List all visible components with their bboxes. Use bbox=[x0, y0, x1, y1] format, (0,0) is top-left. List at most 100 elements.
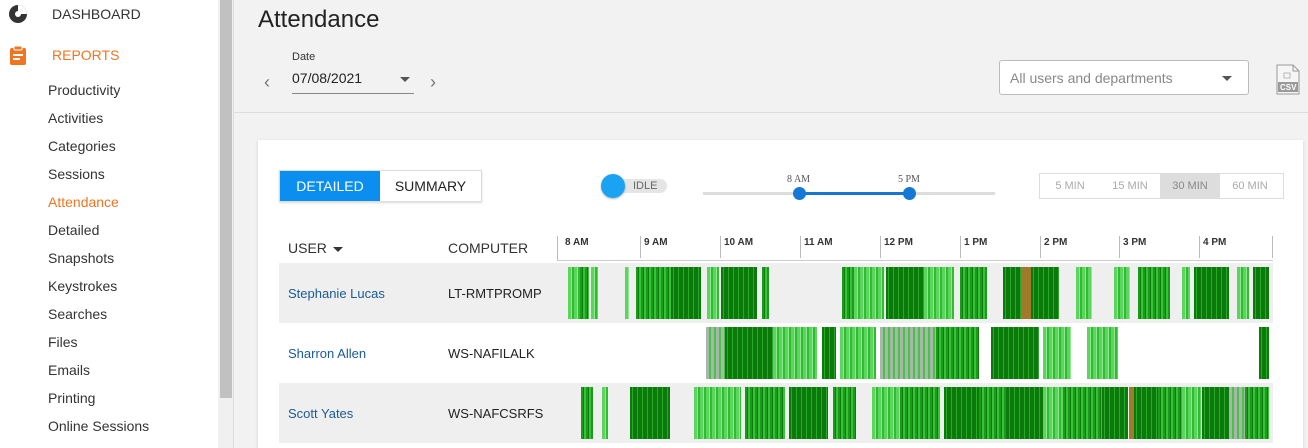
time-range-slider[interactable]: 8 AM 5 PM bbox=[703, 174, 995, 204]
sidebar-item-emails[interactable]: Emails bbox=[48, 362, 90, 378]
attendance-segment-idle[interactable] bbox=[1229, 387, 1246, 439]
attendance-segment-active-dense[interactable] bbox=[1258, 327, 1269, 379]
sidebar-item-productivity[interactable]: Productivity bbox=[48, 82, 120, 98]
attendance-segment-active-light[interactable] bbox=[840, 327, 877, 379]
attendance-segment-active[interactable] bbox=[899, 387, 940, 439]
granularity-5-min[interactable]: 5 MIN bbox=[1040, 174, 1100, 198]
attendance-segment-active[interactable] bbox=[959, 267, 988, 319]
dashboard-icon bbox=[8, 4, 28, 24]
sidebar-item-dashboard[interactable]: DASHBOARD bbox=[8, 4, 141, 24]
attendance-segment-active-dense[interactable] bbox=[788, 387, 829, 439]
attendance-segment-active-dense[interactable] bbox=[822, 327, 837, 379]
date-picker[interactable]: 07/08/2021 bbox=[292, 66, 414, 94]
attendance-segment-active[interactable] bbox=[1245, 387, 1269, 439]
attendance-segment-active-dense[interactable] bbox=[1134, 387, 1158, 439]
attendance-segment-active-dense[interactable] bbox=[886, 267, 924, 319]
attendance-segment-active-dense[interactable] bbox=[725, 327, 773, 379]
attendance-segment-active-light[interactable] bbox=[568, 267, 580, 319]
attendance-segment-active-dense[interactable] bbox=[1102, 387, 1129, 439]
range-start-handle[interactable] bbox=[793, 187, 806, 200]
sidebar-item-searches[interactable]: Searches bbox=[48, 306, 107, 322]
user-column-header[interactable]: USER bbox=[288, 240, 343, 256]
attendance-segment-idle[interactable] bbox=[705, 327, 726, 379]
attendance-segment-active-light[interactable] bbox=[1181, 387, 1202, 439]
granularity-60-min[interactable]: 60 MIN bbox=[1220, 174, 1280, 198]
sidebar-scrollbar[interactable] bbox=[218, 0, 234, 448]
range-end-handle[interactable] bbox=[903, 187, 916, 200]
attendance-segment-active-dense[interactable] bbox=[1007, 387, 1043, 439]
attendance-segment-active-dense[interactable] bbox=[630, 387, 670, 439]
attendance-segment-active-light[interactable] bbox=[1042, 387, 1063, 439]
user-department-select[interactable]: All users and departments bbox=[999, 60, 1249, 95]
detailed-tab[interactable]: DETAILED bbox=[280, 171, 380, 201]
attendance-segment-active[interactable] bbox=[1062, 387, 1103, 439]
attendance-segment-warn[interactable] bbox=[1020, 267, 1031, 319]
attendance-segment-active-dense[interactable] bbox=[1193, 267, 1230, 319]
attendance-segment-active-dense[interactable] bbox=[1030, 267, 1059, 319]
attendance-segment-active-light[interactable] bbox=[602, 387, 608, 439]
sidebar-item-files[interactable]: Files bbox=[48, 334, 78, 350]
attendance-segment-active-light[interactable] bbox=[1181, 267, 1190, 319]
attendance-segment-active[interactable] bbox=[1138, 267, 1170, 319]
attendance-segment-active-light[interactable] bbox=[872, 387, 900, 439]
attendance-segment-active-dense[interactable] bbox=[1201, 387, 1230, 439]
granularity-15-min[interactable]: 15 MIN bbox=[1100, 174, 1160, 198]
axis-tick-label: 4 PM bbox=[1203, 237, 1227, 248]
attendance-segment-active-dense[interactable] bbox=[671, 267, 702, 319]
sidebar-item-online-sessions[interactable]: Online Sessions bbox=[48, 418, 149, 434]
attendance-segment-active-light[interactable] bbox=[1237, 267, 1250, 319]
attendance-segment-active-light[interactable] bbox=[1042, 327, 1071, 379]
attendance-segment-active[interactable] bbox=[832, 387, 857, 439]
attendance-segment-active-light[interactable] bbox=[1114, 267, 1131, 319]
sidebar-item-activities[interactable]: Activities bbox=[48, 110, 103, 126]
sidebar-item-keystrokes[interactable]: Keystrokes bbox=[48, 278, 117, 294]
attendance-segment-active-light[interactable] bbox=[693, 387, 742, 439]
sidebar-item-snapshots[interactable]: Snapshots bbox=[48, 250, 114, 266]
attendance-segment-active[interactable] bbox=[580, 387, 593, 439]
attendance-segment-active[interactable] bbox=[1157, 387, 1182, 439]
csv-export-icon[interactable]: CSV bbox=[1275, 64, 1301, 95]
user-link[interactable]: Sharron Allen bbox=[288, 346, 366, 361]
attendance-segment-active[interactable] bbox=[935, 327, 980, 379]
attendance-segment-active-dense[interactable] bbox=[721, 267, 757, 319]
user-link[interactable]: Scott Yates bbox=[288, 406, 353, 421]
attendance-segment-active-light[interactable] bbox=[772, 327, 817, 379]
chevron-right-icon[interactable]: › bbox=[430, 72, 436, 93]
attendance-segment-active-dense[interactable] bbox=[1253, 267, 1270, 319]
sidebar-item-detailed[interactable]: Detailed bbox=[48, 222, 99, 238]
time-axis: 8 AM 9 AM 10 AM 11 AM 12 PM 1 PM 2 PM 3 PM 4 PM bbox=[557, 236, 1273, 261]
sidebar-item-reports[interactable]: REPORTS bbox=[8, 45, 119, 65]
attendance-segment-active[interactable] bbox=[580, 267, 589, 319]
attendance-segment-active-dense[interactable] bbox=[943, 387, 980, 439]
granularity-30-min[interactable]: 30 MIN bbox=[1160, 174, 1220, 198]
idle-toggle-knob[interactable] bbox=[601, 174, 625, 198]
idle-toggle[interactable]: IDLE bbox=[601, 174, 667, 198]
attendance-segment-active-light[interactable] bbox=[1076, 267, 1092, 319]
attendance-segment-active-light[interactable] bbox=[591, 267, 598, 319]
sidebar-item-attendance[interactable]: Attendance bbox=[48, 194, 119, 210]
sidebar-item-printing[interactable]: Printing bbox=[48, 390, 95, 406]
scrollbar-thumb[interactable] bbox=[220, 0, 232, 398]
chevron-left-icon[interactable]: ‹ bbox=[264, 72, 270, 93]
attendance-segment-active[interactable] bbox=[979, 387, 1008, 439]
attendance-segment-active-light[interactable] bbox=[923, 267, 954, 319]
attendance-segment-active[interactable] bbox=[761, 267, 769, 319]
attendance-segment-active-light[interactable] bbox=[1086, 327, 1119, 379]
summary-tab[interactable]: SUMMARY bbox=[380, 171, 481, 201]
attendance-segment-active[interactable] bbox=[745, 387, 785, 439]
sidebar-item-sessions[interactable]: Sessions bbox=[48, 166, 105, 182]
attendance-segment-active-light[interactable] bbox=[707, 267, 719, 319]
attendance-segment-active[interactable] bbox=[842, 267, 854, 319]
attendance-timeline bbox=[561, 267, 1273, 319]
attendance-segment-active-light[interactable] bbox=[853, 267, 885, 319]
user-link[interactable]: Stephanie Lucas bbox=[288, 286, 385, 301]
attendance-segment-idle[interactable] bbox=[880, 327, 936, 379]
attendance-segment-active-dense[interactable] bbox=[1003, 267, 1021, 319]
attendance-timeline bbox=[561, 387, 1273, 439]
attendance-segment-active[interactable] bbox=[636, 267, 672, 319]
axis-tick-label: 8 AM bbox=[565, 237, 589, 248]
attendance-segment-active-light[interactable] bbox=[624, 267, 629, 319]
attendance-segment-active-dense[interactable] bbox=[991, 327, 1039, 379]
axis-tick bbox=[720, 236, 721, 258]
sidebar-item-categories[interactable]: Categories bbox=[48, 138, 116, 154]
